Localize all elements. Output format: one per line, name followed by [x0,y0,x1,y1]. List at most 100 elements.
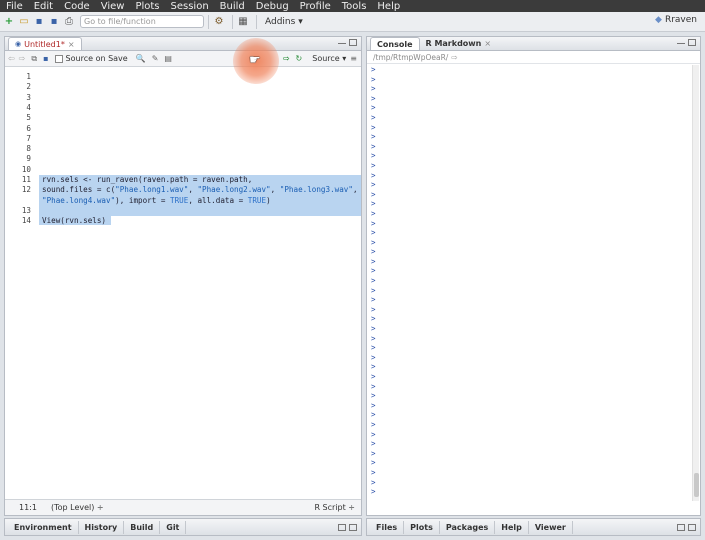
toolbar-divider [208,14,209,29]
scope-selector[interactable]: (Top Level) ÷ [51,503,104,512]
vcs-icon[interactable]: ⚙ [213,14,225,29]
tab-build[interactable]: Build [124,520,161,534]
tab-packages[interactable]: Packages [440,520,496,534]
tab-untitled1[interactable]: ◉ Untitled1* × [8,37,82,50]
tab-history[interactable]: History [79,520,125,534]
tab-r-markdown-label: R Markdown [425,39,482,48]
save-icon[interactable]: ▪ [33,14,45,29]
console-prompt: > [371,391,376,401]
line-number: 12 [21,185,31,195]
compile-report-icon[interactable]: ▤ [164,54,172,63]
cursor-position: 11:1 [19,503,37,512]
rerun-icon[interactable]: ↻ [296,54,303,63]
maximize-icon[interactable] [688,524,696,531]
menu-build[interactable]: Build [220,1,245,12]
code-tools-icon[interactable]: ✎ [152,54,159,63]
main-toolbar: + ▭ ▪ ▪ ⎙ Go to file/function ⚙ ▦ Addins… [0,12,705,32]
tab-environment[interactable]: Environment [8,520,79,534]
minimize-icon[interactable] [338,39,346,44]
menu-edit[interactable]: Edit [34,1,53,12]
source-label: Source [312,54,340,63]
code-line[interactable]: sound.files = c("Phae.long1.wav", "Phae.… [42,185,358,194]
console-prompt: > [371,237,376,247]
line-number: 11 [21,175,31,184]
search-icon[interactable]: 🔍 [136,54,146,63]
console-tabs: Console R Markdown × [367,37,700,51]
grid-icon[interactable]: ▦ [237,14,249,29]
run-button[interactable]: ⇨ [283,54,290,63]
restore-icon[interactable] [677,524,685,531]
menu-profile[interactable]: Profile [300,1,331,12]
line-number: 4 [26,102,31,112]
new-file-icon[interactable]: + [3,14,15,29]
source-on-save-checkbox[interactable] [54,54,63,63]
console-prompt: > [371,285,376,295]
r-file-icon: ◉ [15,40,22,48]
menu-tools[interactable]: Tools [342,1,367,12]
toolbar-divider [256,14,257,29]
file-type-selector[interactable]: R Script ÷ [314,503,355,512]
maximize-icon[interactable] [349,39,357,46]
tab-viewer[interactable]: Viewer [529,520,573,534]
console-prompt: > [371,112,376,122]
console-prompt: > [371,324,376,334]
close-icon[interactable]: × [68,40,75,49]
code-line[interactable]: "Phae.long4.wav"), import = TRUE, all.da… [42,196,271,205]
menu-help[interactable]: Help [377,1,400,12]
console-scrollbar[interactable] [692,65,699,501]
tab-r-markdown[interactable]: R Markdown × [420,37,498,50]
popout-icon[interactable]: ⧉ [31,54,37,64]
editor-toolbar: ⇦ ⇨ ⧉ ▪ Source on Save 🔍 ✎ ▤ ⇨ ↻ Source … [5,51,361,67]
source-button[interactable]: Source ▾ [312,54,346,63]
menu-session[interactable]: Session [171,1,209,12]
console-prompt: > [371,362,376,372]
back-icon[interactable]: ⇦ [8,54,15,63]
restore-icon[interactable] [338,524,346,531]
scope-label: (Top Level) [50,503,95,512]
line-number: 3 [26,92,31,102]
save-all-icon[interactable]: ▪ [48,14,60,29]
goto-directory-icon[interactable]: ⇨ [451,53,457,62]
print-icon[interactable]: ⎙ [63,14,75,29]
menu-code[interactable]: Code [64,1,90,12]
console-prompt: > [371,122,376,132]
console-prompt: > [371,487,376,497]
open-file-icon[interactable]: ▭ [18,14,30,29]
maximize-icon[interactable] [688,39,696,46]
menu-plots[interactable]: Plots [135,1,159,12]
tab-git[interactable]: Git [160,520,187,534]
tab-plots[interactable]: Plots [404,520,440,534]
addins-button[interactable]: Addins ▾ [265,17,303,27]
tab-help[interactable]: Help [495,520,529,534]
line-number: 14 [21,216,31,226]
console-prompt: > [371,477,376,487]
console-prompt: > [371,151,376,161]
console-output[interactable]: > > > > > > > > > > > > > > > > > > > > > > > > > > > > > > > > > > > > > > > >… [367,65,690,501]
chevron-down-icon: ▾ [298,16,303,27]
menu-debug[interactable]: Debug [256,1,289,12]
tab-files[interactable]: Files [370,520,405,534]
code-line[interactable]: rvn.sels <- run_raven(raven.path = raven… [42,175,252,184]
line-number: 6 [26,123,31,133]
chevron-updown-icon: ÷ [96,503,104,512]
project-menu[interactable]: ◆ Rraven [655,15,697,25]
console-prompt: > [371,65,376,74]
console-prompt: > [371,199,376,209]
minimize-icon[interactable] [677,39,685,44]
environment-pane-minimized: Environment History Build Git [4,518,362,536]
outline-icon[interactable]: ≡ [350,54,357,63]
save-icon[interactable]: ▪ [43,54,48,63]
goto-file-input[interactable]: Go to file/function [80,15,204,28]
scrollbar-thumb[interactable] [694,473,699,497]
menu-view[interactable]: View [101,1,125,12]
code-line[interactable]: View(rvn.sels) [42,216,106,225]
console-prompt: > [371,439,376,449]
maximize-icon[interactable] [349,524,357,531]
tab-console[interactable]: Console [370,37,420,50]
console-prompt: > [371,74,376,84]
close-icon[interactable]: × [484,39,491,48]
project-icon: ◆ [655,15,662,25]
forward-icon[interactable]: ⇨ [19,54,26,63]
code-editor[interactable]: 1 2 3 4 5 6 7 8 9 10 11 rvn.sels <- run_raven(raven… [5,69,361,499]
menu-file[interactable]: File [6,1,23,12]
